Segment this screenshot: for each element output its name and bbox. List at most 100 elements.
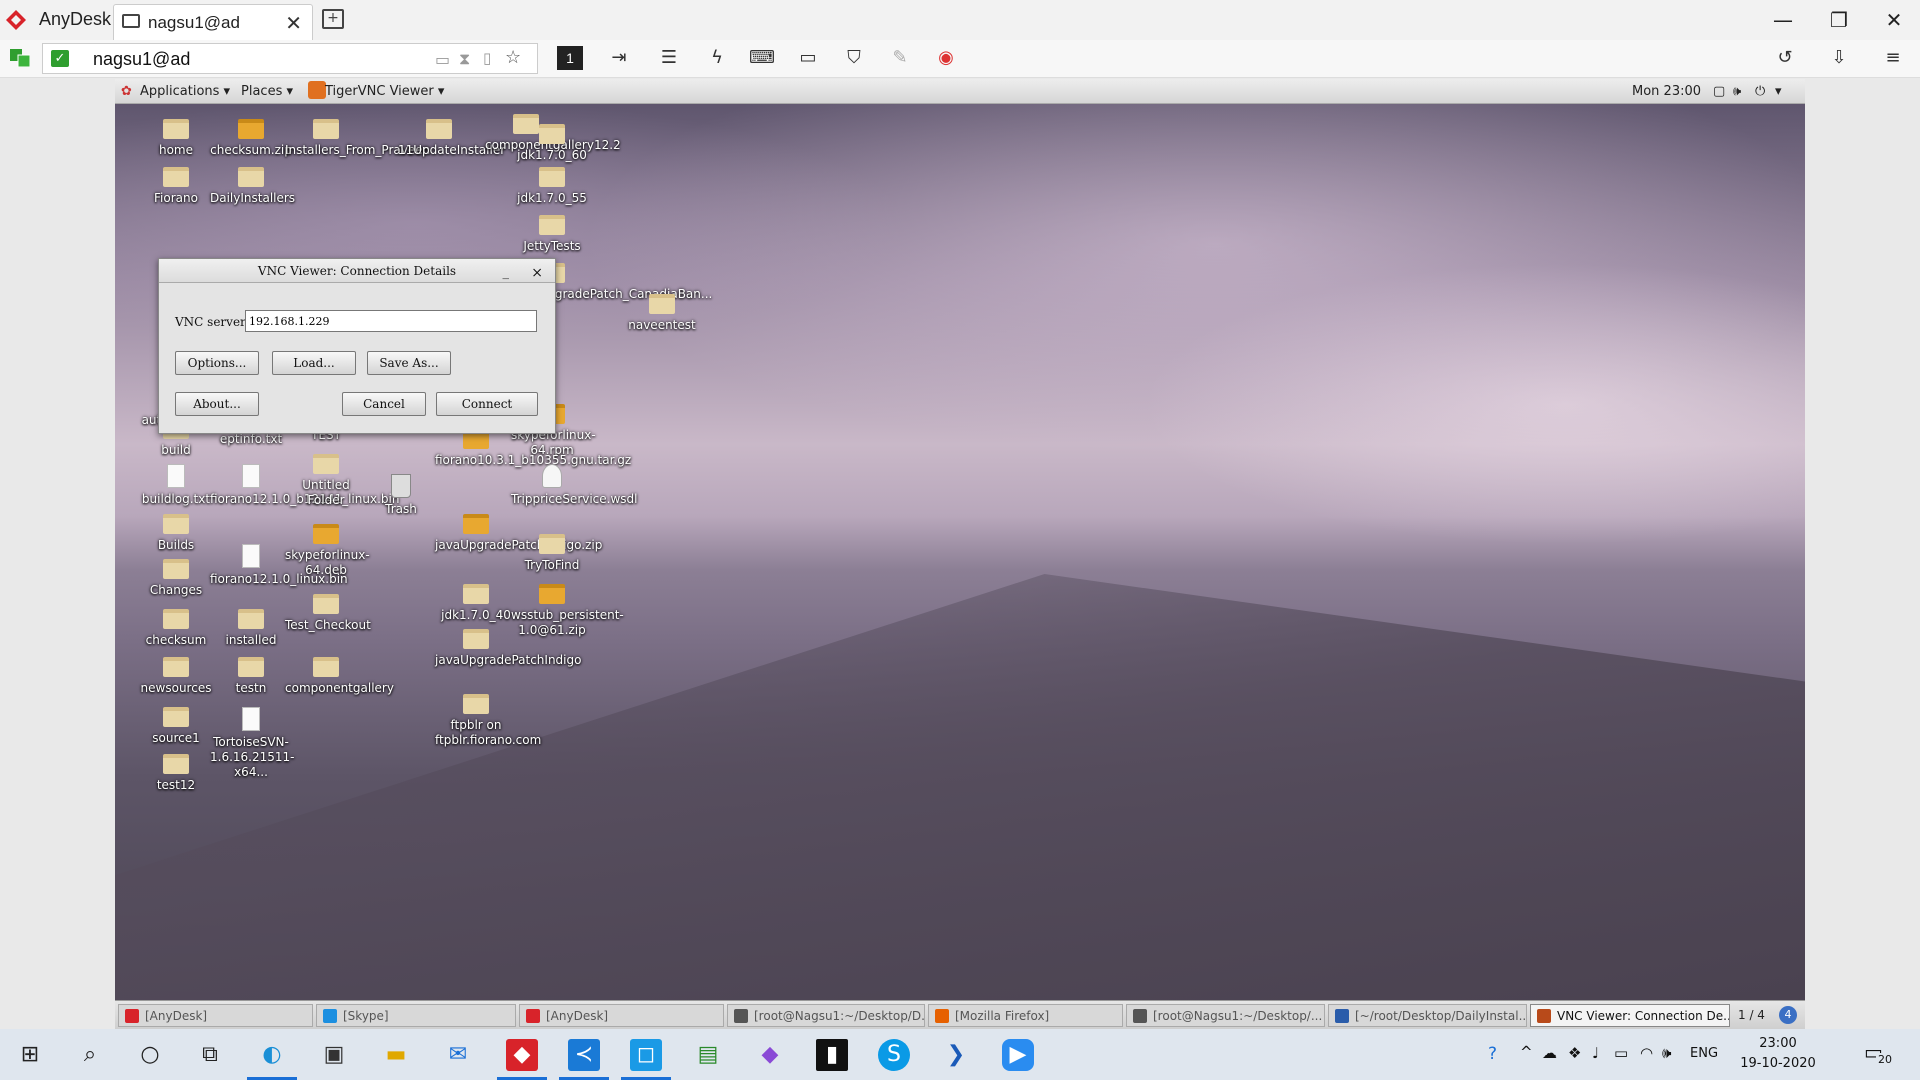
desktop-icon[interactable]: javaUpgradePatchIndigo.zip: [435, 514, 602, 553]
desktop-icon[interactable]: Test_Checkout: [285, 594, 371, 633]
gnome-task-button[interactable]: [Skype]: [316, 1004, 516, 1027]
language-indicator[interactable]: ENG: [1690, 1046, 1718, 1061]
search-icon[interactable]: ⌕: [74, 1039, 106, 1071]
transfer-icon[interactable]: ⇥: [606, 46, 632, 70]
chart-app-icon[interactable]: ▤: [692, 1039, 724, 1071]
desktop-icon[interactable]: componentgallery: [285, 657, 394, 696]
wifi-icon[interactable]: ◠: [1640, 1044, 1653, 1062]
desktop-icon[interactable]: jdk1.7.0_55: [511, 167, 593, 206]
favorite-star-icon[interactable]: ☆: [505, 47, 521, 68]
record-icon[interactable]: ◉: [933, 46, 959, 70]
desktop-icon[interactable]: Installers_From_Praveen: [285, 119, 430, 158]
gnome-task-button[interactable]: [AnyDesk]: [118, 1004, 313, 1027]
cortana-icon[interactable]: ○: [134, 1039, 166, 1071]
gnome-task-button[interactable]: [root@Nagsu1:~/Desktop/D...: [727, 1004, 925, 1027]
desktop-icon[interactable]: Builds: [135, 514, 217, 553]
download-icon[interactable]: ⇩: [1826, 46, 1852, 70]
gnome-task-button[interactable]: VNC Viewer: Connection De...: [1530, 1004, 1730, 1027]
gnome-task-button[interactable]: [AnyDesk]: [519, 1004, 724, 1027]
keyboard-icon[interactable]: ⌨: [749, 46, 775, 70]
power-menu-chevron-icon[interactable]: ▾: [1775, 84, 1782, 99]
taskbar-time[interactable]: 23:00: [1748, 1036, 1808, 1051]
display-icon[interactable]: ▭: [795, 46, 821, 70]
history-icon[interactable]: ↺: [1772, 46, 1798, 70]
desktop-icon[interactable]: home: [135, 119, 217, 158]
windows-start-icon[interactable]: ⊞: [14, 1039, 46, 1071]
desktop-icon[interactable]: jdk1.7.0_40: [435, 584, 517, 623]
file-explorer-icon[interactable]: ▬: [380, 1039, 412, 1071]
desktop-icon[interactable]: TortoiseSVN-1.6.16.21511-x64...: [210, 707, 295, 780]
cancel-button[interactable]: Cancel: [342, 392, 426, 416]
app-blue-icon[interactable]: ◻: [621, 1039, 671, 1080]
gnome-task-button[interactable]: [Mozilla Firefox]: [928, 1004, 1123, 1027]
terminal-icon[interactable]: ▮: [816, 1039, 848, 1071]
tab-session[interactable]: nagsu1@ad ✕: [113, 4, 313, 40]
microphone-icon[interactable]: ♩: [1592, 1044, 1599, 1062]
git-icon[interactable]: ◆: [754, 1039, 786, 1071]
dropbox-icon[interactable]: ❖: [1568, 1044, 1581, 1062]
remote-screen[interactable]: ✿ Applications ▾ Places ▾ TigerVNC Viewe…: [115, 79, 1805, 1029]
options-button[interactable]: Options...: [175, 351, 259, 375]
desktop-icon[interactable]: TryToFind: [511, 534, 593, 573]
desktop-icon[interactable]: wsstub_persistent-1.0@61.zip: [511, 584, 624, 638]
whiteboard-pen-icon[interactable]: ✎: [887, 46, 913, 70]
about-button[interactable]: About...: [175, 392, 259, 416]
vnc-server-input[interactable]: [245, 310, 537, 332]
desktop-icon[interactable]: naveentest: [621, 294, 703, 333]
edge-icon[interactable]: ◐: [247, 1039, 297, 1080]
tab-close-icon[interactable]: ✕: [285, 11, 302, 35]
actions-lightning-icon[interactable]: ϟ: [704, 46, 730, 70]
dialog-titlebar[interactable]: VNC Viewer: Connection Details _ ×: [159, 259, 555, 283]
desktop-icon[interactable]: test12: [135, 754, 217, 793]
places-menu[interactable]: Places ▾: [241, 84, 293, 99]
speaker-icon[interactable]: 🕪: [1662, 1044, 1671, 1062]
permissions-shield-icon[interactable]: ⛉: [841, 46, 867, 70]
show-hidden-icons[interactable]: ^: [1520, 1043, 1533, 1061]
dialog-close-button[interactable]: ×: [531, 261, 543, 285]
desktop-icon[interactable]: jdk1.7.0_60: [511, 124, 593, 163]
skype-icon[interactable]: S: [878, 1039, 910, 1071]
workspace-switcher[interactable]: 1 / 4: [1738, 1008, 1765, 1022]
close-button[interactable]: ✕: [1879, 8, 1909, 32]
desktop-icon[interactable]: Trash: [360, 474, 442, 517]
help-icon[interactable]: ?: [1488, 1044, 1497, 1064]
zoom-icon[interactable]: ▶: [1002, 1039, 1034, 1071]
desktop-icon[interactable]: 11UpdateInstaller: [398, 119, 505, 158]
gnome-task-button[interactable]: [~/root/Desktop/DailyInstal...: [1328, 1004, 1527, 1027]
desktop-icon[interactable]: fiorano12.1.0_linux.bin: [210, 544, 348, 587]
load-button[interactable]: Load...: [272, 351, 356, 375]
applications-menu[interactable]: Applications ▾: [140, 84, 230, 99]
desktop-icon[interactable]: testn: [210, 657, 292, 696]
desktop-icon[interactable]: installed: [210, 609, 292, 648]
desktop-icon[interactable]: javaUpgradePatchIndigo: [435, 629, 581, 668]
desktop-icon[interactable]: buildlog.txt: [135, 464, 217, 507]
desktop-icon[interactable]: TrippriceService.wsdl: [511, 464, 638, 507]
volume-icon[interactable]: 🕪: [1733, 84, 1741, 99]
dialog-minimize-button[interactable]: _: [503, 261, 510, 285]
chat-icon[interactable]: ☰: [656, 46, 682, 70]
desktop-icon[interactable]: JettyTests: [511, 215, 593, 254]
mail-icon[interactable]: ✉: [442, 1039, 474, 1071]
power-icon[interactable]: ⏻: [1755, 84, 1765, 99]
connection-status-icon[interactable]: [10, 49, 30, 67]
desktop-icon[interactable]: Changes: [135, 559, 217, 598]
desktop-icon[interactable]: source1: [135, 707, 217, 746]
store-icon[interactable]: ▣: [318, 1039, 350, 1071]
screen-icon[interactable]: ▢: [1713, 84, 1725, 99]
task-view-icon[interactable]: ⧉: [194, 1039, 226, 1071]
desktop-icon[interactable]: Fiorano: [135, 167, 217, 206]
menu-icon[interactable]: ≡: [1880, 46, 1906, 70]
minimize-button[interactable]: —: [1768, 8, 1798, 32]
app-menu[interactable]: TigerVNC Viewer ▾: [325, 84, 444, 99]
new-tab-button[interactable]: +: [322, 9, 344, 29]
notification-area-icon[interactable]: 4: [1779, 1006, 1797, 1024]
desktop-icon[interactable]: ftpblr on ftpblr.fiorano.com: [435, 694, 541, 748]
desktop-icon[interactable]: Untitled Folder: [285, 454, 367, 508]
monitor-select-button[interactable]: 1: [557, 46, 583, 70]
desktop-icon[interactable]: skypeforlinux-64.deb: [285, 524, 370, 578]
desktop-icon[interactable]: newsources: [135, 657, 217, 696]
save-as-button[interactable]: Save As...: [367, 351, 451, 375]
powershell-icon[interactable]: ❯: [940, 1039, 972, 1071]
gnome-task-button[interactable]: [root@Nagsu1:~/Desktop/...: [1126, 1004, 1325, 1027]
desktop-icon[interactable]: DailyInstallers: [210, 167, 295, 206]
